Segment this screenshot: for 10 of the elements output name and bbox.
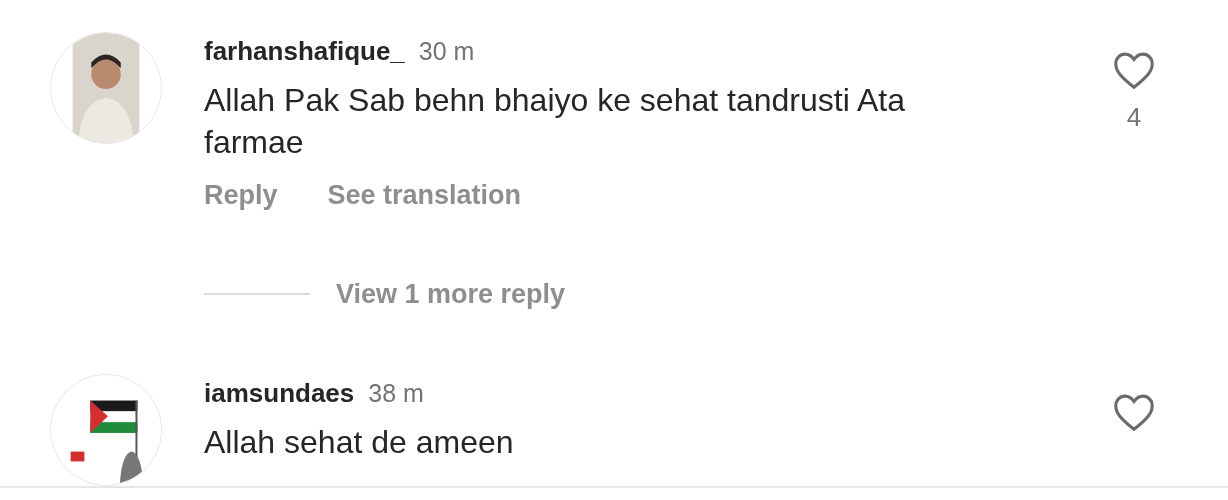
username[interactable]: iamsundaes <box>204 374 355 413</box>
comment-text: Allah sehat de ameen <box>204 423 515 462</box>
comment-time: 38 m <box>368 378 424 409</box>
comment-time: 30 m <box>418 36 475 67</box>
comment-text: Allah Pak Sab behn bhaiyo ke sehat tandrusti Ata farmae <box>204 81 906 162</box>
comment-action-link[interactable]: See translation <box>327 175 522 216</box>
username[interactable]: farhanshafique_ <box>204 32 405 71</box>
comment-action-link[interactable]: Reply <box>204 175 278 216</box>
like-count: 4 <box>1126 101 1142 134</box>
view-replies-link[interactable]: View 1 more reply <box>336 273 566 314</box>
